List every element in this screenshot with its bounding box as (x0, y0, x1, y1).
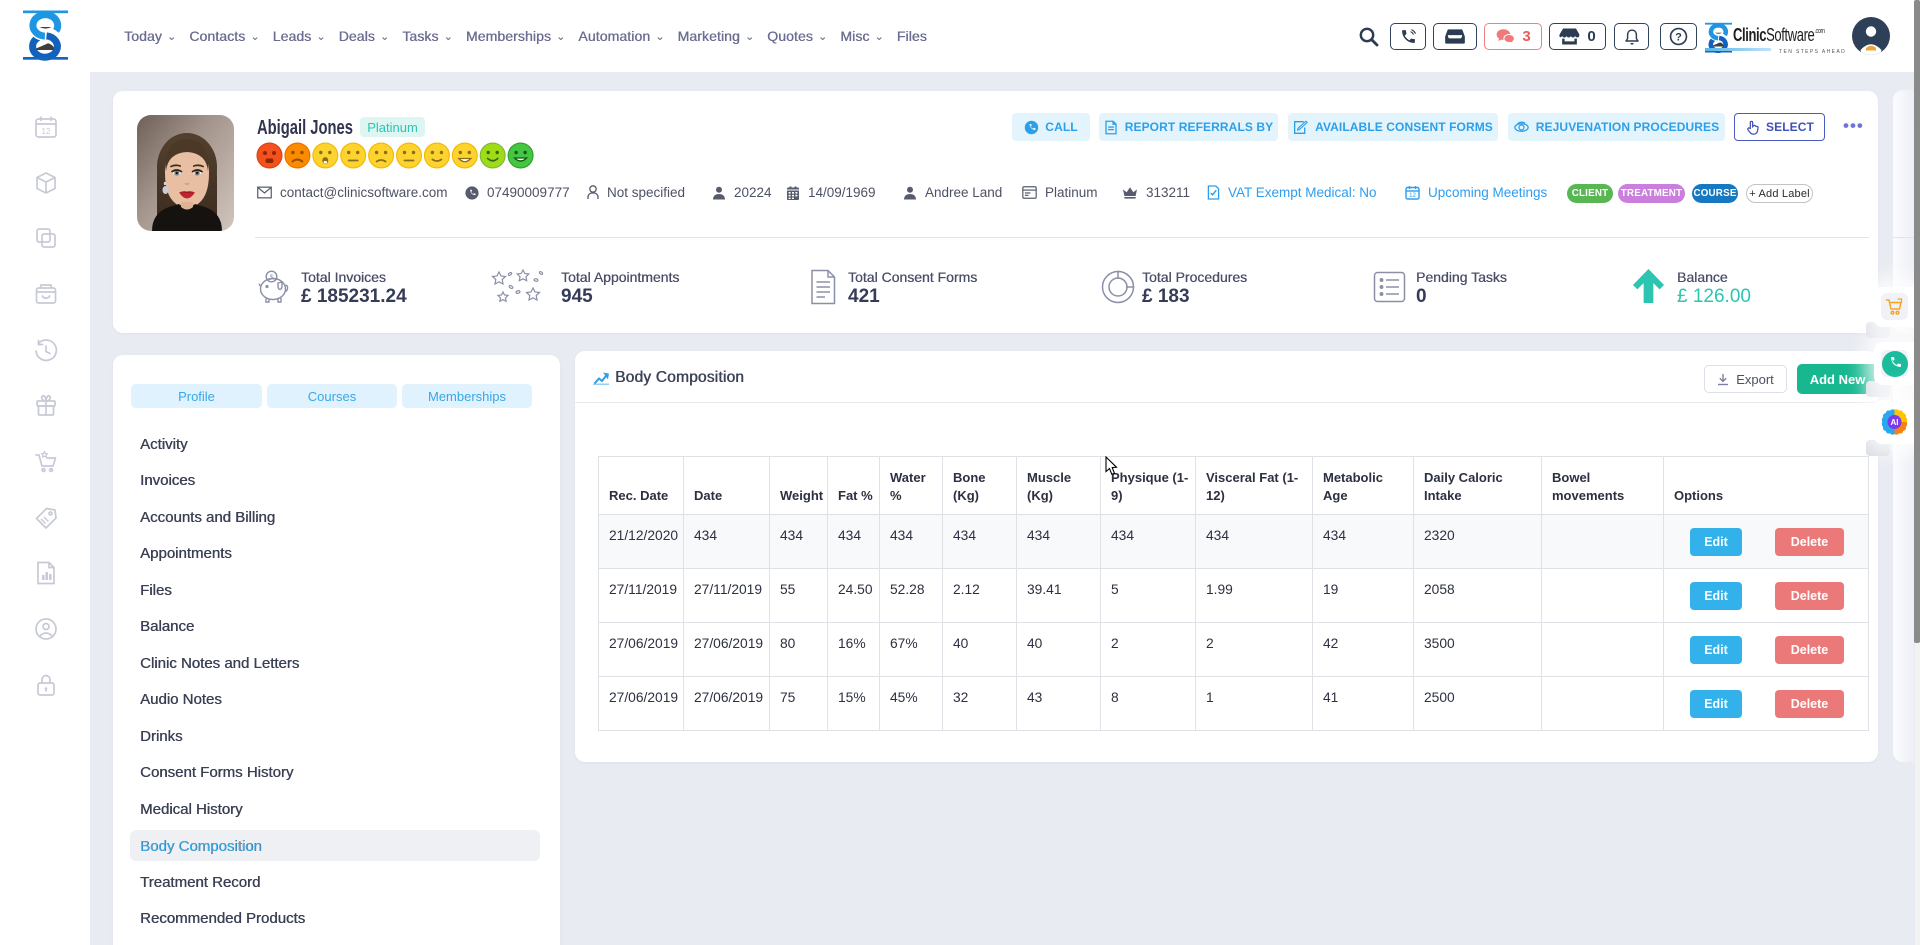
svg-text:AI: AI (1890, 418, 1898, 427)
svg-text:12: 12 (1409, 193, 1416, 199)
svg-text:?: ? (1675, 31, 1682, 43)
svg-text:$: $ (270, 274, 274, 281)
svg-text:12: 12 (42, 127, 51, 136)
